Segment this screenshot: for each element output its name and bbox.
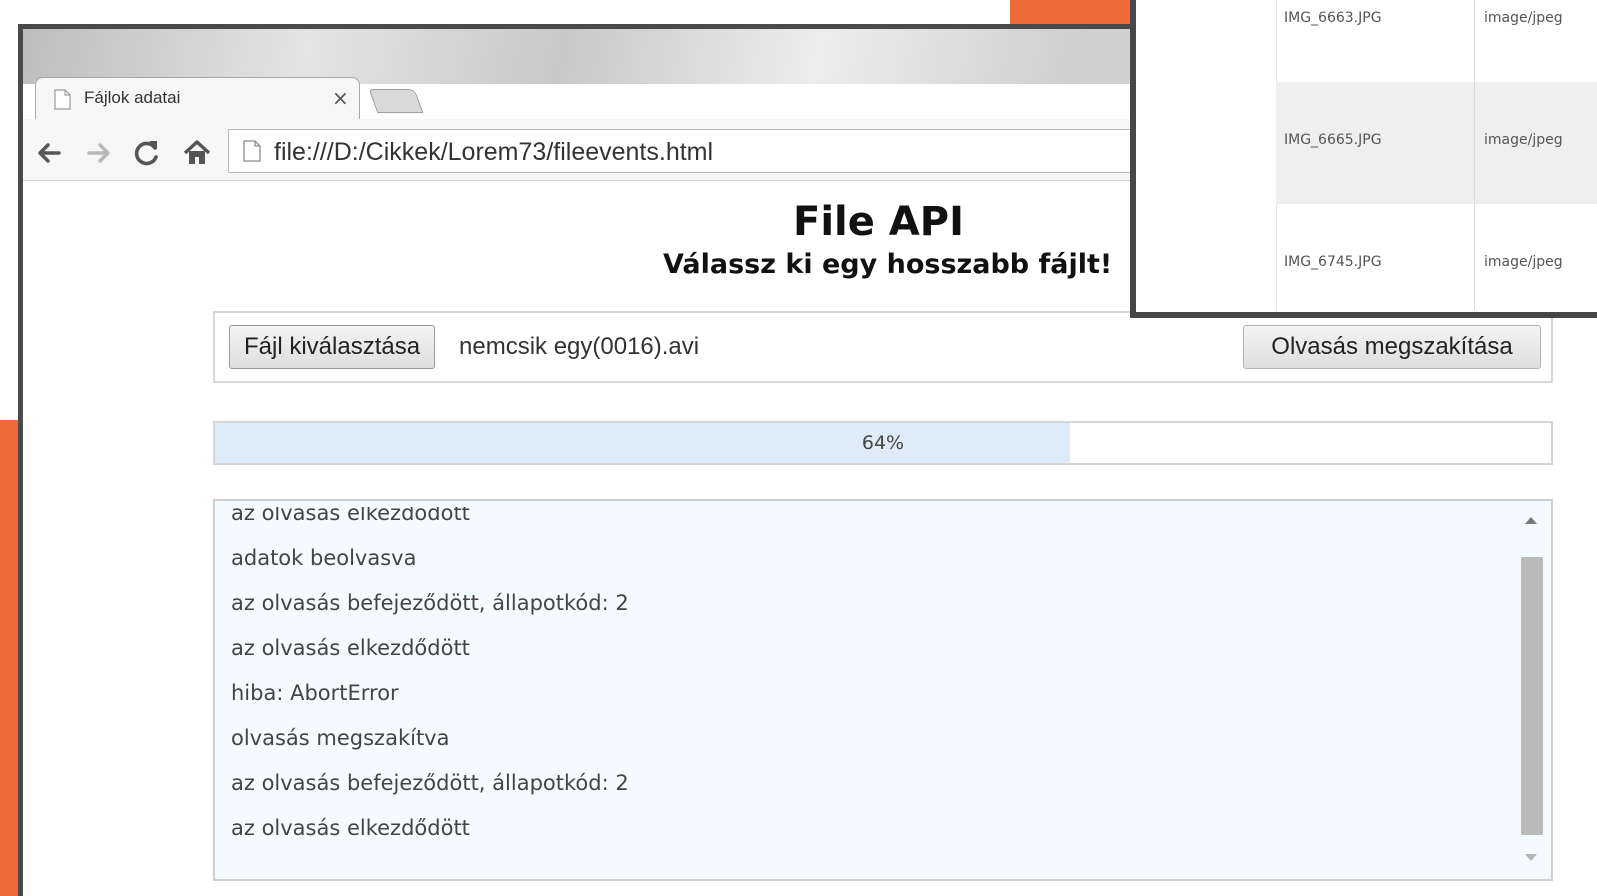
- log-line: az olvasás befejeződött, állapotkód: 2: [231, 771, 629, 795]
- file-table-overlay: IMG_6663.JPG image/jpeg IMG_6665.JPG ima…: [1130, 0, 1597, 318]
- file-name-cell: IMG_6745.JPG: [1284, 254, 1382, 270]
- document-icon: [243, 140, 261, 162]
- page-subtitle: Válassz ki egy hosszabb fájlt!: [663, 249, 1113, 280]
- event-log-content: az olvasás elkezdődött adatok beolvasva …: [221, 507, 1517, 869]
- log-line: az olvasás elkezdődött: [231, 816, 470, 840]
- back-arrow-icon[interactable]: [33, 137, 65, 169]
- file-type-cell: image/jpeg: [1484, 254, 1563, 270]
- log-scrollbar[interactable]: [1519, 507, 1545, 869]
- log-line: adatok beolvasva: [231, 546, 417, 570]
- home-icon[interactable]: [181, 137, 213, 169]
- url-text: file:///D:/Cikkek/Lorem73/fileevents.htm…: [274, 138, 714, 166]
- screenshot-stage: Fájlok adatai × file:///D:/Cikkek/Lorem7…: [0, 0, 1597, 896]
- new-tab-button[interactable]: [368, 89, 424, 113]
- scroll-down-arrow-icon[interactable]: [1525, 854, 1537, 861]
- close-tab-icon[interactable]: ×: [332, 86, 349, 110]
- log-line: olvasás megszakítva: [231, 726, 450, 750]
- log-line: hiba: AbortError: [231, 681, 399, 705]
- event-log[interactable]: az olvasás elkezdődött adatok beolvasva …: [213, 499, 1553, 881]
- table-row: IMG_6745.JPG image/jpeg: [1276, 204, 1597, 312]
- log-line: az olvasás elkezdődött: [231, 507, 470, 525]
- file-type-cell: image/jpeg: [1484, 132, 1563, 148]
- choose-file-button[interactable]: Fájl kiválasztása: [229, 325, 436, 369]
- abort-reading-button[interactable]: Olvasás megszakítása: [1243, 325, 1541, 369]
- document-icon: [54, 89, 71, 110]
- log-line: az olvasás befejeződött, állapotkód: 2: [231, 591, 629, 615]
- file-type-cell: image/jpeg: [1484, 10, 1563, 26]
- reload-icon[interactable]: [131, 137, 163, 169]
- file-name-cell: IMG_6665.JPG: [1284, 132, 1382, 148]
- log-line: az olvasás elkezdődött: [231, 636, 470, 660]
- file-picker-panel: Fájl kiválasztása nemcsik egy(0016).avi …: [213, 311, 1553, 383]
- tab-title: Fájlok adatai: [84, 88, 181, 107]
- page-title: File API: [793, 199, 964, 245]
- scrollbar-thumb[interactable]: [1521, 557, 1543, 835]
- file-name-cell: IMG_6663.JPG: [1284, 10, 1382, 26]
- table-row: IMG_6665.JPG image/jpeg: [1276, 82, 1597, 204]
- table-row: IMG_6663.JPG image/jpeg: [1276, 0, 1597, 82]
- browser-tab[interactable]: Fájlok adatai ×: [35, 77, 360, 119]
- table-column-divider: [1474, 0, 1475, 310]
- forward-arrow-icon[interactable]: [83, 137, 115, 169]
- progress-label: 64%: [861, 432, 905, 454]
- progress-bar: 64%: [213, 421, 1553, 465]
- selected-file-name: nemcsik egy(0016).avi: [459, 333, 700, 360]
- scroll-up-arrow-icon[interactable]: [1525, 517, 1537, 524]
